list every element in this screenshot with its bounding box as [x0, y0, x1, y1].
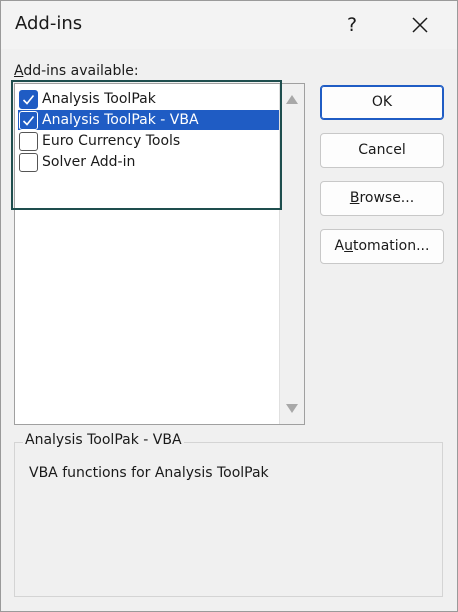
browse-button[interactable]: Browse...	[320, 181, 444, 216]
cancel-button[interactable]: Cancel	[320, 133, 444, 168]
list-item-label: Solver Add-in	[42, 154, 136, 170]
checkmark-icon	[22, 115, 35, 126]
help-button[interactable]: ?	[335, 9, 369, 41]
list-item-analysis-toolpak[interactable]: Analysis ToolPak	[18, 89, 280, 109]
description-title: Analysis ToolPak - VBA	[23, 432, 184, 448]
close-button[interactable]	[403, 9, 437, 41]
add-ins-listbox[interactable]: Analysis ToolPak Analysis ToolPak - VBA …	[14, 83, 305, 425]
ok-button[interactable]: OK	[320, 85, 444, 120]
checkbox-solver-add-in[interactable]	[19, 153, 38, 172]
automation-button[interactable]: Automation...	[320, 229, 444, 264]
list-item-label: Analysis ToolPak - VBA	[42, 112, 199, 128]
checkbox-analysis-toolpak-vba[interactable]	[19, 111, 38, 130]
dialog-title: Add-ins	[15, 13, 83, 34]
list-item-label: Analysis ToolPak	[42, 91, 156, 107]
scroll-up-arrow-icon[interactable]	[286, 94, 298, 104]
listbox-scrollbar[interactable]	[279, 84, 304, 424]
checkbox-analysis-toolpak[interactable]	[19, 90, 38, 109]
list-item-label: Euro Currency Tools	[42, 133, 181, 149]
list-item-analysis-toolpak-vba[interactable]: Analysis ToolPak - VBA	[18, 110, 280, 130]
add-ins-available-label: Add-ins available:	[14, 63, 139, 79]
add-ins-dialog: Add-ins ? Add-ins available: Analysis To…	[0, 0, 458, 612]
title-bar: Add-ins ?	[1, 1, 457, 49]
checkbox-euro-currency-tools[interactable]	[19, 132, 38, 151]
close-icon	[412, 17, 428, 33]
list-item-euro-currency-tools[interactable]: Euro Currency Tools	[18, 131, 280, 151]
scroll-down-arrow-icon[interactable]	[286, 404, 298, 414]
list-item-solver-add-in[interactable]: Solver Add-in	[18, 152, 280, 172]
description-text: VBA functions for Analysis ToolPak	[29, 465, 269, 481]
checkmark-icon	[22, 94, 35, 105]
